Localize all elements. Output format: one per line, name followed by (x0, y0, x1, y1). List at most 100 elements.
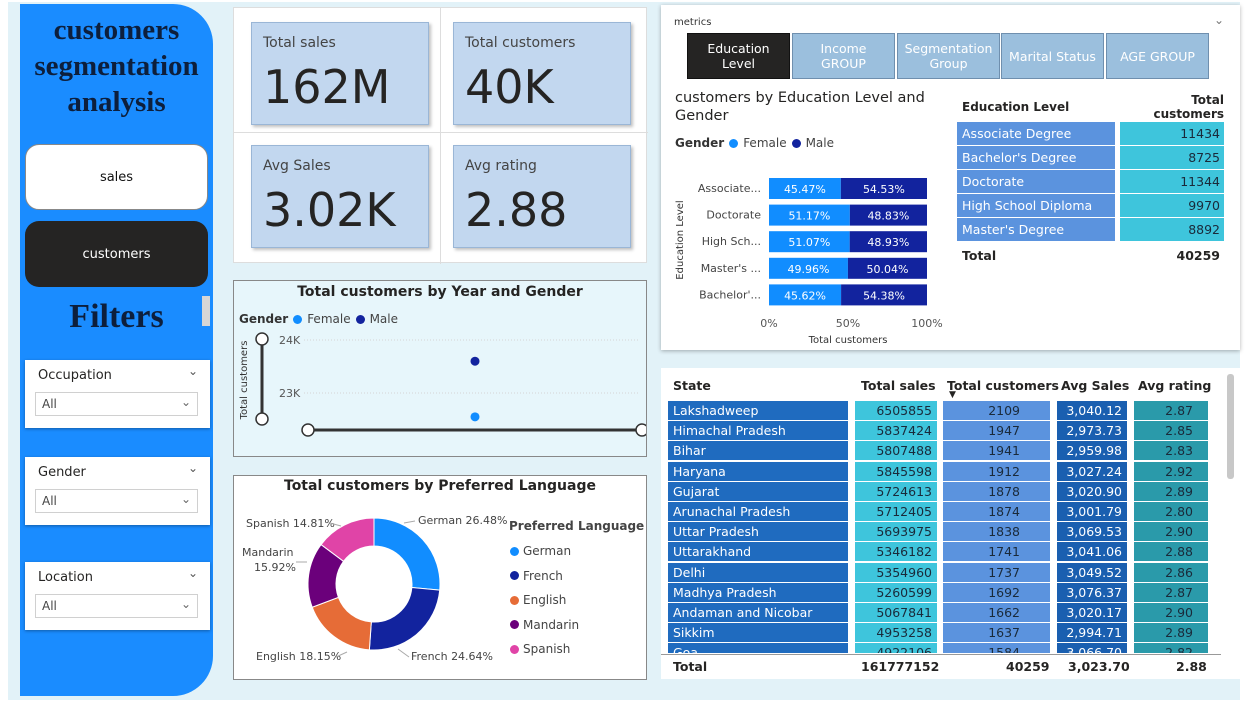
column-header[interactable]: Total customers (1120, 93, 1224, 121)
column-header[interactable]: State (673, 378, 711, 393)
table-row[interactable]: Master's Degree 8892 (957, 218, 1227, 242)
table-row[interactable]: Bachelor's Degree 8725 (957, 146, 1227, 170)
column-header[interactable]: Avg rating (1138, 378, 1211, 393)
table-row[interactable]: Haryana 5845598 1912 3,027.24 2.92 (668, 461, 1213, 482)
tab-label: GROUP (821, 56, 866, 71)
range-slider-handle-bottom[interactable] (255, 412, 269, 426)
table-row[interactable]: Sikkim 4953258 1637 2,994.71 2.89 (668, 623, 1213, 643)
cell-avg-rating: 2.87 (1134, 582, 1208, 602)
cell-avg-sales: 3,069.53 (1057, 522, 1127, 542)
legend-item-french[interactable]: French (510, 564, 579, 589)
x-tick: 0% (760, 317, 777, 330)
language-donut-chart[interactable]: Total customers by Preferred Language Ge… (233, 475, 647, 680)
table-row[interactable]: Lakshadweep 6505855 2109 3,040.12 2.87 (668, 401, 1213, 421)
kpi-card-total-customers[interactable]: Total customers 40K (453, 22, 631, 125)
cell-avg-rating: 2.92 (1134, 461, 1208, 481)
chevron-down-icon: ⌄ (180, 597, 191, 611)
range-slider-handle-top[interactable] (255, 332, 269, 346)
cell-avg-sales: 2,959.98 (1057, 441, 1127, 461)
table-row[interactable]: Uttar Pradesh 5693975 1838 3,069.53 2.90 (668, 522, 1213, 542)
column-header[interactable]: Total sales (861, 378, 936, 393)
data-point-male[interactable] (470, 356, 480, 366)
table-scrollbar[interactable] (1227, 374, 1234, 479)
bar-label-male: 50.04% (866, 263, 908, 276)
table-row[interactable]: Bihar 5807488 1941 2,959.98 2.83 (668, 441, 1213, 461)
divider (440, 8, 441, 264)
kpi-card-avg-rating[interactable]: Avg rating 2.88 (453, 145, 631, 248)
kpi-card-avg-sales[interactable]: Avg Sales 3.02K (251, 145, 429, 248)
location-dropdown[interactable]: All ⌄ (35, 594, 198, 618)
legend-dot (510, 595, 519, 605)
sidebar-scrollbar[interactable] (202, 296, 210, 326)
slice-label-spanish: Spanish 14.81% (246, 517, 335, 530)
cell-total-sales: 5354960 (855, 562, 937, 582)
donut-plot: German 26.48% French 24.64% English 18.1… (242, 514, 508, 663)
kpi-panel: Total sales 162M Total customers 40K Avg… (233, 7, 648, 264)
x-range-slider-handle-right[interactable] (635, 423, 646, 437)
table-row[interactable]: Andaman and Nicobar Islands 5067841 1662 3,… (668, 602, 1213, 635)
cell-state: Bihar (668, 441, 848, 461)
gender-dropdown[interactable]: All ⌄ (35, 489, 198, 513)
bar-label-male: 54.53% (863, 183, 905, 196)
year-gender-chart[interactable]: Total customers by Year and Gender Gende… (233, 280, 647, 457)
cell-education-level: Bachelor's Degree (957, 146, 1115, 170)
dashboard-title: customers segmentation analysis (20, 12, 213, 120)
table-row[interactable]: Associate Degree 11434 (957, 122, 1227, 146)
legend-item-german[interactable]: German (510, 539, 579, 564)
kpi-card-total-sales[interactable]: Total sales 162M (251, 22, 429, 125)
kpi-value: 3.02K (263, 183, 396, 237)
table-body[interactable]: Lakshadweep 6505855 2109 3,040.12 2.87 Himach… (668, 401, 1213, 653)
tab-income-group[interactable]: Income GROUP (792, 33, 895, 79)
nav-sales-button[interactable]: sales (25, 144, 208, 210)
table-row[interactable]: Goa 4922106 1584 3,066.70 2.82 (668, 643, 1213, 653)
cell-avg-rating: 2.86 (1134, 562, 1208, 582)
donut-slice-english[interactable] (311, 596, 372, 651)
category-label: Doctorate (706, 209, 761, 222)
education-bars: Associate... 45.47% 54.53% Doctorate 51.17% 4… (698, 178, 927, 306)
cell-state: Gujarat (668, 481, 848, 501)
nav-customers-button[interactable]: customers (25, 221, 208, 287)
cell-avg-sales: 3,020.90 (1057, 481, 1127, 501)
chevron-down-icon[interactable]: ⌄ (188, 566, 198, 580)
table-row[interactable]: High School Diploma 9970 (957, 194, 1227, 218)
tab-marital-status[interactable]: Marital Status (1001, 33, 1104, 79)
occupation-dropdown[interactable]: All ⌄ (35, 392, 198, 416)
legend-label-male[interactable]: Male (806, 136, 834, 150)
legend-label: Mandarin (523, 617, 580, 632)
column-header[interactable]: Total customers (947, 378, 1059, 393)
tab-label: AGE GROUP (1120, 48, 1195, 64)
tab-segmentation-group[interactable]: Segmentation Group (897, 33, 1000, 79)
cell-total-customers: 9970 (1120, 194, 1224, 218)
table-row[interactable]: Gujarat 5724613 1878 3,020.90 2.89 (668, 481, 1213, 502)
tab-education-level[interactable]: Education Level (687, 33, 790, 79)
tab-age-group[interactable]: AGE GROUP (1106, 33, 1209, 79)
data-point-female[interactable] (470, 412, 480, 422)
sort-descending-icon[interactable]: ▼ (949, 390, 956, 400)
table-row[interactable]: Doctorate 11344 (957, 170, 1227, 194)
donut-slice-german[interactable] (373, 517, 441, 591)
legend-label-female[interactable]: Female (743, 136, 786, 150)
chevron-down-icon[interactable]: ⌄ (188, 461, 198, 475)
cell-avg-rating: 2.90 (1134, 602, 1208, 622)
legend-item-spanish[interactable]: Spanish (510, 637, 579, 662)
legend-item-english[interactable]: English (510, 588, 579, 613)
chevron-down-icon[interactable]: ⌄ (188, 364, 198, 378)
education-bar-chart[interactable]: Education Level Associate... 45.47% 54.53%… (661, 150, 951, 350)
column-header[interactable]: Avg Sales (1061, 378, 1129, 393)
table-row[interactable]: Uttarakhand 5346182 1741 3,041.06 2.88 (668, 542, 1213, 562)
table-row[interactable]: Arunachal Pradesh 5712405 1874 3,001.79 2.80 (668, 501, 1213, 522)
legend-item-mandarin[interactable]: Mandarin (510, 613, 579, 638)
donut-slice-french[interactable] (368, 586, 441, 651)
chevron-down-icon[interactable]: ⌄ (1214, 13, 1224, 27)
language-legend: German French English Mandarin Spanish (510, 539, 579, 662)
table-row[interactable]: Delhi 5354960 1737 3,049.52 2.86 (668, 562, 1213, 583)
table-row[interactable]: Himachal Pradesh 5837424 1947 2,973.73 2.85 (668, 421, 1213, 441)
table-row[interactable]: Madhya Pradesh 5260599 1692 3,076.37 2.87 (668, 582, 1213, 603)
table-body: Associate Degree 11434 Bachelor's Degree 87… (957, 122, 1227, 242)
leader-line (403, 520, 416, 524)
column-header[interactable]: Education Level (957, 100, 1120, 114)
slice-label-german: German 26.48% (418, 514, 508, 527)
total-avg-rating: 2.88 (1176, 659, 1207, 674)
x-range-slider-handle-left[interactable] (301, 423, 315, 437)
cell-avg-sales: 3,040.12 (1057, 401, 1127, 420)
